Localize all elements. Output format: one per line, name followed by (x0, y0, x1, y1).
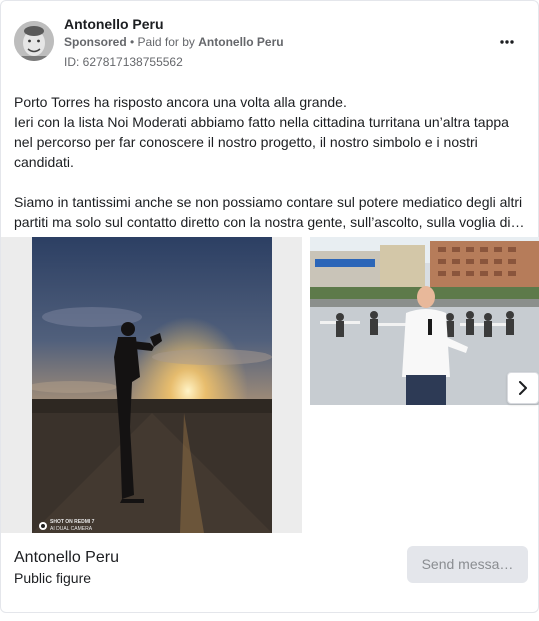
avatar[interactable] (14, 21, 54, 61)
carousel-slide-speaker[interactable] (310, 237, 539, 405)
page-category: Public figure (14, 570, 92, 586)
body-line: nel percorso per far conoscere il nostro… (14, 134, 478, 150)
paid-for-name[interactable]: Antonello Peru (198, 35, 283, 49)
body-line: Siamo in tantissimi anche se non possiam… (14, 194, 523, 210)
ellipsis-icon (500, 40, 514, 44)
media-carousel[interactable]: SHOT ON REDMI 7 AI DUAL CAMERA (1, 237, 539, 533)
ad-id: ID: 627817138755562 (64, 55, 183, 69)
sponsored-line: Sponsored • Paid for by Antonello Peru (64, 35, 284, 49)
carousel-slide-sunset[interactable]: SHOT ON REDMI 7 AI DUAL CAMERA (1, 237, 302, 533)
send-message-button[interactable]: Send messa… (407, 546, 528, 583)
ad-card: Antonello Peru Sponsored • Paid for by A… (0, 0, 539, 613)
separator: • (126, 35, 138, 49)
page-name[interactable]: Antonello Peru (14, 549, 119, 567)
body-line: Porto Torres ha risposto ancora una volt… (14, 94, 347, 110)
paid-for-prefix: Paid for by (137, 35, 199, 49)
speaker-photo (310, 237, 539, 405)
chevron-right-icon (519, 381, 527, 395)
advertiser-name[interactable]: Antonello Peru (64, 16, 164, 32)
body-line: Ieri con la lista Noi Moderati abbiamo f… (14, 114, 509, 130)
ad-body-text: Porto Torres ha risposto ancora una volt… (14, 92, 529, 232)
body-line: candidati. (14, 154, 74, 170)
watermark-line2: AI DUAL CAMERA (50, 526, 93, 532)
ad-header: Antonello Peru Sponsored • Paid for by A… (1, 1, 538, 83)
body-line: partiti ma solo sul contatto diretto con… (14, 214, 525, 230)
watermark-line1: SHOT ON REDMI 7 (50, 519, 95, 525)
carousel-next-button[interactable] (507, 372, 539, 404)
sunset-photo: SHOT ON REDMI 7 AI DUAL CAMERA (32, 237, 272, 533)
sponsored-label: Sponsored (64, 35, 127, 49)
more-options-button[interactable] (494, 29, 520, 53)
